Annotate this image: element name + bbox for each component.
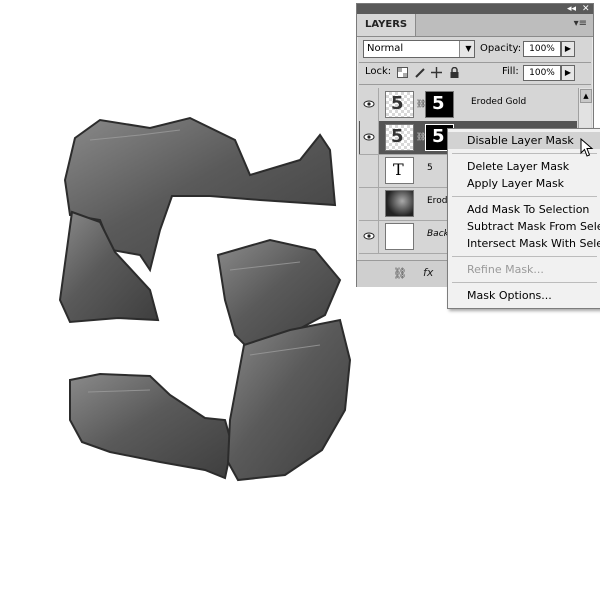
lock-transparent-icon[interactable] [397, 67, 408, 78]
layer-name[interactable]: 5 [427, 163, 433, 173]
menu-item-subtract-mask-from-selection[interactable]: Subtract Mask From Selection [448, 218, 600, 235]
layer-row[interactable]: 5 ⛓ 5 Eroded Gold [359, 88, 577, 122]
opacity-input[interactable]: 100% [523, 41, 561, 57]
blend-mode-value: Normal [367, 43, 404, 54]
layer-name[interactable]: Back [427, 229, 449, 239]
mouse-cursor-icon [580, 138, 594, 157]
menu-divider [452, 153, 597, 154]
menu-item-add-mask-to-selection[interactable]: Add Mask To Selection [448, 201, 600, 218]
panel-title-bar: ◂◂ ✕ [357, 4, 593, 14]
panel-tab-row: LAYERS ▾≡ [357, 14, 593, 37]
layer-mask-context-menu: Disable Layer Mask Delete Layer Mask App… [447, 128, 600, 309]
menu-item-refine-mask: Refine Mask... [467, 263, 544, 276]
scroll-up-icon[interactable]: ▲ [580, 89, 592, 103]
collapse-icon[interactable]: ◂◂ [567, 4, 576, 14]
menu-item-apply-layer-mask[interactable]: Apply Layer Mask [448, 175, 600, 192]
link-layers-icon[interactable]: ⛓ [393, 267, 407, 280]
layer-name[interactable]: Eroded Gold [471, 97, 526, 107]
menu-item-mask-options[interactable]: Mask Options... [448, 287, 600, 304]
chevron-down-icon[interactable]: ▼ [459, 41, 474, 57]
visibility-toggle[interactable] [360, 220, 379, 253]
divider [359, 62, 591, 63]
fill-input[interactable]: 100% [523, 65, 561, 81]
eye-icon [363, 232, 375, 240]
lock-brush-icon[interactable] [415, 67, 426, 78]
menu-item-disable-layer-mask[interactable]: Disable Layer Mask [448, 132, 600, 149]
menu-divider [452, 196, 597, 197]
thumbnail-glyph: 5 [391, 93, 404, 114]
close-icon[interactable]: ✕ [582, 4, 590, 14]
visibility-toggle[interactable] [360, 88, 379, 121]
lock-all-icon[interactable] [449, 67, 460, 78]
divider [359, 84, 591, 85]
mask-glyph: 5 [432, 126, 445, 147]
menu-item-delete-layer-mask[interactable]: Delete Layer Mask [448, 158, 600, 175]
menu-item-intersect-mask-with-selection[interactable]: Intersect Mask With Selection [448, 235, 600, 252]
visibility-toggle[interactable] [360, 154, 379, 187]
fill-arrow-icon[interactable]: ▶ [561, 65, 575, 81]
eye-icon [363, 100, 375, 108]
fill-label: Fill: [502, 66, 519, 77]
layer-thumbnail[interactable] [385, 223, 414, 250]
layer-name[interactable]: Erod [427, 196, 447, 206]
opacity-label: Opacity: [480, 43, 522, 54]
type-layer-icon: T [393, 160, 404, 179]
blend-opacity-row: Normal ▼ Opacity: 100% ▶ [363, 40, 587, 58]
lock-label: Lock: [365, 66, 392, 77]
opacity-arrow-icon[interactable]: ▶ [561, 41, 575, 57]
mask-thumbnail[interactable]: 5 [425, 91, 454, 118]
blend-mode-select[interactable]: Normal ▼ [363, 40, 475, 58]
menu-divider [452, 282, 597, 283]
tab-layers[interactable]: LAYERS [357, 14, 416, 36]
visibility-toggle[interactable] [360, 121, 379, 154]
thumbnail-glyph: 5 [391, 126, 404, 147]
eye-icon [363, 133, 375, 141]
panel-menu-icon[interactable]: ▾≡ [574, 18, 587, 29]
menu-divider [452, 256, 597, 257]
layer-thumbnail[interactable]: 5 [385, 124, 414, 151]
eroded-number-five [58, 116, 352, 482]
fx-icon[interactable]: fx [423, 266, 433, 279]
layer-thumbnail[interactable] [385, 190, 414, 217]
layer-thumbnail[interactable]: 5 [385, 91, 414, 118]
mask-glyph: 5 [432, 93, 445, 114]
lock-move-icon[interactable] [431, 67, 442, 78]
visibility-toggle[interactable] [360, 187, 379, 220]
type-layer-thumbnail[interactable]: T [385, 157, 414, 184]
